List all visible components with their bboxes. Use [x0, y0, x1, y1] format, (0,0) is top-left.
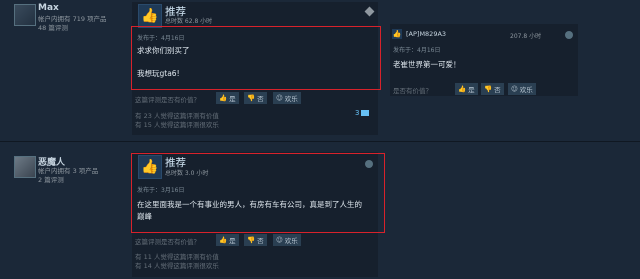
right-vote-yes-button[interactable]: 👍 是	[455, 83, 478, 95]
review-text-line2: 巅峰	[137, 212, 152, 221]
vote-no-label: 否	[494, 86, 501, 94]
vote-funny-label: 欢乐	[284, 237, 298, 245]
right-vote-no-button[interactable]: 👎 否	[481, 83, 504, 95]
thumbs-up-icon: 👍	[458, 85, 467, 93]
thumbs-up-icon: 👍	[219, 94, 228, 102]
hours-played: 总时数 62.8 小时	[165, 18, 213, 25]
comment-count[interactable]: 3	[355, 109, 370, 117]
vote-yes-button[interactable]: 👍 是	[216, 234, 239, 246]
thumbs-down-icon: 👎	[247, 94, 256, 102]
review-count[interactable]: 2 篇评测	[38, 176, 64, 185]
right-posted: 发布于：4月16日	[393, 47, 441, 54]
products-owned[interactable]: 帐户内拥有 3 项产品	[38, 167, 98, 176]
right-hours: 207.8 小时	[510, 33, 542, 40]
thumbs-down-icon: 👎	[484, 85, 493, 93]
vote-yes-button[interactable]: 👍 是	[216, 92, 239, 104]
avatar[interactable]	[14, 4, 36, 26]
thumbs-up-icon: 👍	[219, 236, 228, 244]
divider	[0, 141, 640, 142]
vote-yes-label: 是	[468, 86, 475, 94]
vote-yes-label: 是	[229, 95, 236, 103]
steam-icon	[565, 31, 573, 39]
right-review-text: 老崔世界第一可爱！	[393, 60, 461, 69]
vote-funny-label: 欢乐	[519, 86, 533, 94]
comment-count-label: 3	[355, 109, 360, 117]
comment-icon	[361, 110, 370, 116]
review-text-line1: 求求你们别买了	[137, 46, 190, 55]
username[interactable]: Max	[38, 3, 59, 13]
smiley-icon: ☺	[276, 94, 283, 102]
posted-date: 发布于：4月16日	[137, 35, 185, 42]
helpful-count: 有 11 人觉得这篇评测有价值	[135, 253, 219, 261]
vote-no-button[interactable]: 👎 否	[244, 92, 267, 104]
right-helpful-question: 是否有价值？	[393, 87, 432, 95]
review-text-line1: 在这里面我是一个有事业的男人，有房有车有公司，真是到了人生的	[137, 200, 362, 209]
smiley-icon: ☺	[276, 236, 283, 244]
products-owned[interactable]: 帐户内拥有 719 项产品	[38, 15, 107, 24]
posted-date: 发布于：3月16日	[137, 187, 185, 194]
thumbs-down-icon: 👎	[247, 236, 256, 244]
vote-funny-button[interactable]: ☺ 欢乐	[273, 92, 301, 104]
right-username[interactable]: [AP]M829A3	[406, 30, 446, 39]
vote-funny-button[interactable]: ☺ 欢乐	[273, 234, 301, 246]
helpful-question: 这篇评测是否有价值？	[135, 238, 200, 246]
vote-no-label: 否	[257, 237, 264, 245]
avatar[interactable]	[14, 156, 36, 178]
helpful-question: 这篇评测是否有价值？	[135, 96, 200, 104]
thumbs-up-icon: 👍	[138, 4, 162, 28]
right-vote-funny-button[interactable]: ☺ 欢乐	[508, 83, 536, 95]
vote-no-button[interactable]: 👎 否	[244, 234, 267, 246]
vote-funny-label: 欢乐	[284, 95, 298, 103]
vote-no-label: 否	[257, 95, 264, 103]
vote-yes-label: 是	[229, 237, 236, 245]
review-count[interactable]: 48 篇评测	[38, 24, 68, 33]
review-text-line2: 我想玩gta6!	[137, 69, 180, 78]
funny-count: 有 14 人觉得这篇评测很欢乐	[135, 262, 219, 270]
funny-count: 有 15 人觉得这篇评测很欢乐	[135, 121, 219, 129]
smiley-icon: ☺	[511, 85, 518, 93]
helpful-count: 有 23 人觉得这篇评测有价值	[135, 112, 219, 120]
thumbs-up-icon: 👍	[392, 29, 402, 39]
